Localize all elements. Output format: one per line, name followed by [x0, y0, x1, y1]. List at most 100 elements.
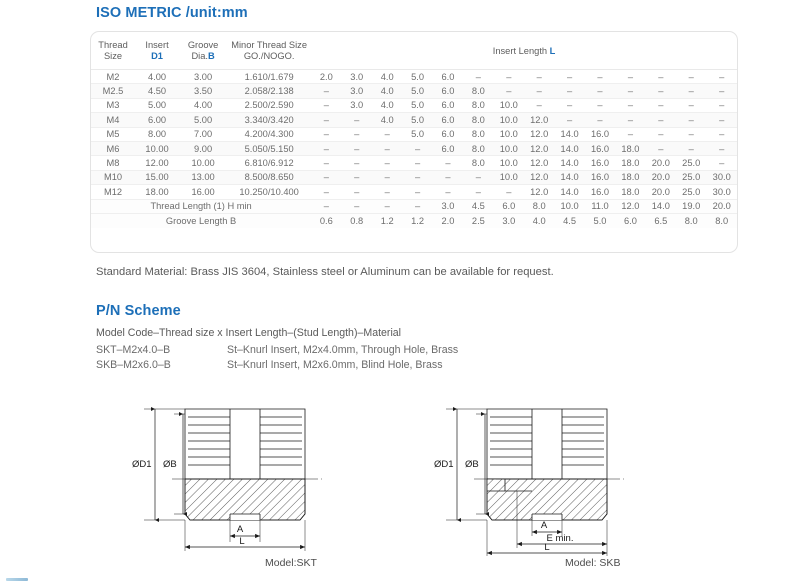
cell-insert-length: –	[432, 170, 464, 186]
summary-row-label: Groove Length B	[91, 213, 312, 228]
cell-insert-length: 2.0	[311, 69, 342, 85]
cell-insert-length: –	[371, 155, 403, 171]
summary-cell-value: 3.0	[432, 199, 464, 214]
cell-insert-length: –	[524, 98, 555, 114]
cell-insert-length: 6.0	[432, 141, 464, 157]
cell-insert-length: –	[584, 83, 616, 99]
summary-cell-value: 0.8	[341, 213, 372, 228]
cell-insert-d1: 15.00	[135, 170, 180, 186]
technical-drawing-skb: ØD1 ØB A E min. L	[432, 396, 682, 561]
summary-cell-value: 2.5	[463, 213, 494, 228]
cell-insert-length: 30.0	[706, 170, 737, 186]
cell-insert-length: –	[676, 141, 707, 157]
cell-insert-length: –	[371, 141, 403, 157]
cell-insert-length: 14.0	[554, 127, 585, 142]
cell-insert-length: –	[645, 127, 677, 142]
header-minor-line2: GO./NOGO.	[243, 51, 295, 61]
cell-insert-d1: 4.00	[135, 69, 180, 85]
header-insert-length-group: Insert Length L	[311, 32, 737, 70]
skt-dim-b-label: ØB	[163, 459, 177, 470]
cell-groove-dia: 7.00	[179, 127, 228, 142]
cell-insert-length: –	[615, 98, 646, 114]
header-groove-dia-label: Dia.	[191, 51, 208, 61]
header-minor-thread-size: Minor Thread Size GO./NOGO.	[227, 32, 312, 70]
summary-cell-value: 4.0	[524, 213, 555, 228]
pn-example-description: St–Knurl Insert, M2x4.0mm, Through Hole,…	[227, 344, 459, 356]
pn-example-row: SKB–M2x6.0–B St–Knurl Insert, M2x6.0mm, …	[96, 359, 616, 373]
cell-insert-length: 3.0	[341, 69, 372, 85]
datasheet-page: ISO METRIC /unit:mm Thread Size Insert D…	[0, 0, 800, 584]
cell-insert-length: –	[554, 112, 585, 128]
cell-insert-length: 6.0	[432, 127, 464, 142]
summary-cell-value: 2.0	[432, 213, 464, 228]
cell-insert-length: 18.0	[615, 141, 646, 157]
cell-insert-length: 12.0	[524, 141, 555, 157]
cell-thread-size: M2	[91, 69, 136, 85]
cell-insert-length: –	[645, 98, 677, 114]
cell-minor-thread-size: 1.610/1.679	[227, 69, 312, 85]
table-row: M12 18.00 16.00 10.250/10.400– – – – – – –12.0 14.…	[91, 184, 737, 200]
pn-example-description: St–Knurl Insert, M2x6.0mm, Blind Hole, B…	[227, 359, 443, 371]
cell-insert-length: 8.0	[463, 141, 494, 157]
cell-insert-length: –	[676, 112, 707, 128]
cell-insert-length: 4.0	[371, 112, 403, 128]
cell-insert-length: 5.0	[402, 127, 433, 142]
cell-insert-length: 14.0	[554, 184, 585, 200]
cell-groove-dia: 3.00	[179, 69, 228, 85]
cell-insert-length: –	[311, 141, 342, 157]
summary-cell-value: 10.0	[554, 199, 585, 214]
cell-minor-thread-size: 3.340/3.420	[227, 112, 312, 128]
cell-insert-length: 5.0	[402, 69, 433, 85]
header-thread-size: Thread Size	[91, 32, 136, 70]
cell-insert-length: –	[463, 184, 494, 200]
cell-insert-length: 16.0	[584, 141, 616, 157]
table-row: M2 4.00 3.00 1.610/1.679 2.0 3.0 4.0 5.0 6.0– – – –…	[91, 69, 737, 85]
cell-minor-thread-size: 8.500/8.650	[227, 170, 312, 186]
header-thread-size-line1: Thread	[98, 40, 128, 50]
summary-cell-value: 8.0	[524, 199, 555, 214]
cell-insert-length: 4.0	[371, 69, 403, 85]
cell-insert-length: 4.0	[371, 98, 403, 114]
summary-cell-value: 8.0	[706, 213, 737, 228]
summary-cell-value: 6.0	[493, 199, 524, 214]
summary-cell-value: 20.0	[706, 199, 737, 214]
cell-insert-length: 8.0	[463, 112, 494, 128]
cell-insert-length: 16.0	[584, 170, 616, 186]
cell-insert-length: 10.0	[493, 141, 524, 157]
summary-cell-value: 1.2	[402, 213, 433, 228]
header-insert-d1: Insert D1	[135, 32, 180, 70]
cell-insert-length: –	[706, 155, 737, 171]
cell-insert-length: 16.0	[584, 155, 616, 171]
skt-dim-l-label: L	[239, 536, 244, 547]
cell-groove-dia: 10.00	[179, 155, 228, 171]
cell-minor-thread-size: 2.500/2.590	[227, 98, 312, 114]
skt-dim-d1-label: ØD1	[132, 459, 152, 470]
skb-dim-b-label: ØB	[465, 459, 479, 470]
summary-cell-value: 5.0	[584, 213, 616, 228]
cell-insert-length: –	[463, 69, 494, 85]
header-insert-length-b: Length	[518, 45, 548, 56]
cell-insert-length: 8.0	[463, 83, 494, 99]
summary-cell-value: 12.0	[615, 199, 646, 214]
cell-insert-length: –	[554, 98, 585, 114]
cell-insert-length: –	[676, 83, 707, 99]
header-minor-line1: Minor Thread Size	[231, 40, 308, 50]
summary-cell-value: 3.0	[493, 213, 524, 228]
iso-metric-spec-table: Thread Size Insert D1 Groove Dia.B Minor…	[91, 32, 737, 228]
cell-insert-length: 6.0	[432, 112, 464, 128]
table-header-row: Thread Size Insert D1 Groove Dia.B Minor…	[91, 32, 737, 70]
cell-insert-length: –	[432, 184, 464, 200]
cell-insert-length: 10.0	[493, 155, 524, 171]
cell-thread-size: M5	[91, 127, 136, 142]
cell-insert-length: –	[371, 184, 403, 200]
cell-insert-length: –	[706, 69, 737, 85]
cell-insert-length: –	[311, 112, 342, 128]
table-row: M5 8.00 7.00 4.200/4.300– – –5.0 6.0 8.0 10.0 12.…	[91, 127, 737, 142]
summary-cell-value: 11.0	[584, 199, 616, 214]
header-insert-label: Insert	[145, 40, 169, 50]
cell-insert-length: 20.0	[645, 184, 677, 200]
cell-insert-d1: 6.00	[135, 112, 180, 128]
cell-thread-size: M3	[91, 98, 136, 114]
summary-cell-value: –	[311, 199, 342, 214]
standard-material-note: Standard Material: Brass JIS 3604, Stain…	[96, 266, 554, 278]
